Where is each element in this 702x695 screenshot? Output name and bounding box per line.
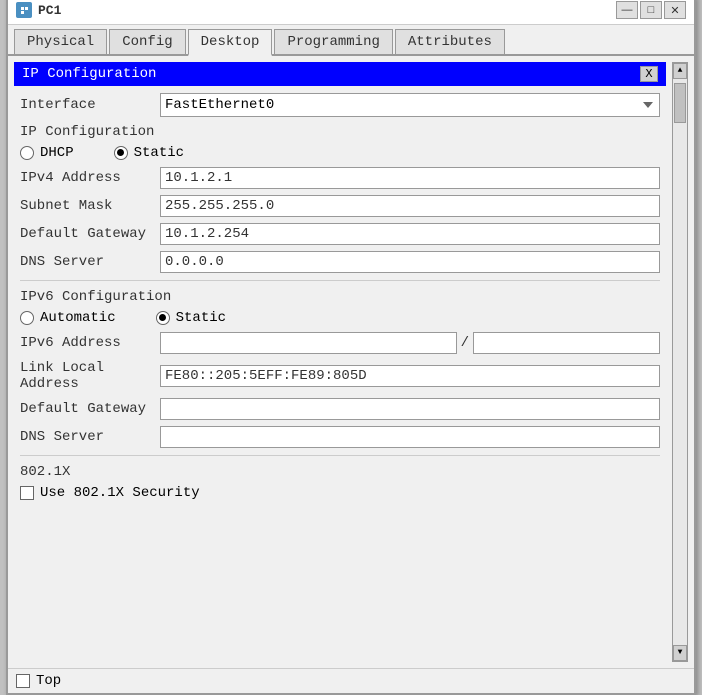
- ipv4-address-input[interactable]: [160, 167, 660, 189]
- link-local-label: Link Local Address: [20, 360, 160, 392]
- dot1x-checkbox[interactable]: [20, 486, 34, 500]
- ipv6-address-main-input[interactable]: [160, 332, 457, 354]
- ipv6-static-label: Static: [176, 310, 226, 326]
- interface-select[interactable]: FastEthernet0: [160, 93, 660, 117]
- dns-server-ipv6-row: DNS Server: [14, 423, 666, 451]
- main-window: PC1 — □ ✕ Physical Config Desktop Progra…: [6, 0, 696, 695]
- close-button[interactable]: ✕: [664, 1, 686, 19]
- dot1x-checkbox-row: Use 802.1X Security: [14, 482, 666, 504]
- ip-config-header: IP Configuration X: [14, 62, 666, 86]
- static-radio[interactable]: Static: [114, 145, 184, 161]
- dot1x-section-title: 802.1X: [14, 460, 666, 482]
- ip-config-close[interactable]: X: [640, 66, 658, 82]
- tab-config[interactable]: Config: [109, 29, 185, 54]
- tab-bar: Physical Config Desktop Programming Attr…: [8, 25, 694, 56]
- ipv4-address-label: IPv4 Address: [20, 170, 160, 186]
- ipv6-dot1x-divider: [20, 455, 660, 456]
- scroll-track[interactable]: [673, 79, 687, 645]
- ipv6-section-title: IPv6 Configuration: [14, 285, 666, 307]
- tab-desktop[interactable]: Desktop: [188, 29, 273, 56]
- dns-server-ipv4-row: DNS Server: [14, 248, 666, 276]
- ipv6-radio-row: Automatic Static: [14, 307, 666, 329]
- default-gateway-ipv4-row: Default Gateway: [14, 220, 666, 248]
- main-panel: IP Configuration X Interface FastEtherne…: [14, 62, 666, 662]
- static-label: Static: [134, 145, 184, 161]
- maximize-button[interactable]: □: [640, 1, 662, 19]
- ipv4-address-row: IPv4 Address: [14, 164, 666, 192]
- tab-physical[interactable]: Physical: [14, 29, 107, 54]
- ipv6-input-group: /: [160, 332, 660, 354]
- default-gateway-ipv4-label: Default Gateway: [20, 226, 160, 242]
- minimize-button[interactable]: —: [616, 1, 638, 19]
- dns-server-ipv4-label: DNS Server: [20, 254, 160, 270]
- dhcp-radio[interactable]: DHCP: [20, 145, 74, 161]
- ipv6-auto-radio[interactable]: Automatic: [20, 310, 116, 326]
- ipv4-ipv6-divider: [20, 280, 660, 281]
- ipv6-static-radio[interactable]: Static: [156, 310, 226, 326]
- ipv6-auto-radio-circle: [20, 311, 34, 325]
- ipv6-static-radio-circle: [156, 311, 170, 325]
- dns-server-ipv4-input[interactable]: [160, 251, 660, 273]
- default-gateway-ipv4-input[interactable]: [160, 223, 660, 245]
- ipv6-auto-label: Automatic: [40, 310, 116, 326]
- slash-divider: /: [461, 335, 469, 351]
- title-bar: PC1 — □ ✕: [8, 0, 694, 25]
- default-gateway-ipv6-label: Default Gateway: [20, 401, 160, 417]
- window-icon: [16, 2, 32, 18]
- tab-programming[interactable]: Programming: [274, 29, 392, 54]
- top-label: Top: [36, 673, 61, 689]
- dns-server-ipv6-input[interactable]: [160, 426, 660, 448]
- content-area: IP Configuration X Interface FastEtherne…: [8, 56, 694, 668]
- ipv6-address-label: IPv6 Address: [20, 335, 160, 351]
- ipv4-radio-row: DHCP Static: [14, 142, 666, 164]
- dns-server-ipv6-label: DNS Server: [20, 429, 160, 445]
- link-local-input[interactable]: [160, 365, 660, 387]
- subnet-mask-input[interactable]: [160, 195, 660, 217]
- window-controls: — □ ✕: [616, 1, 686, 19]
- static-radio-circle: [114, 146, 128, 160]
- subnet-mask-label: Subnet Mask: [20, 198, 160, 214]
- subnet-mask-row: Subnet Mask: [14, 192, 666, 220]
- dhcp-label: DHCP: [40, 145, 74, 161]
- scrollbar[interactable]: ▲ ▼: [672, 62, 688, 662]
- default-gateway-ipv6-row: Default Gateway: [14, 395, 666, 423]
- interface-row: Interface FastEthernet0: [14, 90, 666, 120]
- default-gateway-ipv6-input[interactable]: [160, 398, 660, 420]
- ipv6-prefix-input[interactable]: [473, 332, 660, 354]
- dhcp-radio-circle: [20, 146, 34, 160]
- window-title: PC1: [38, 3, 616, 18]
- ipv4-section-title: IP Configuration: [14, 120, 666, 142]
- scroll-up-btn[interactable]: ▲: [673, 63, 687, 79]
- scroll-thumb[interactable]: [674, 83, 686, 123]
- tab-attributes[interactable]: Attributes: [395, 29, 505, 54]
- ipv6-address-row: IPv6 Address /: [14, 329, 666, 357]
- ip-config-title: IP Configuration: [22, 66, 156, 82]
- top-checkbox[interactable]: [16, 674, 30, 688]
- link-local-row: Link Local Address: [14, 357, 666, 395]
- interface-label: Interface: [20, 97, 160, 113]
- dot1x-label: Use 802.1X Security: [40, 485, 200, 501]
- scroll-down-btn[interactable]: ▼: [673, 645, 687, 661]
